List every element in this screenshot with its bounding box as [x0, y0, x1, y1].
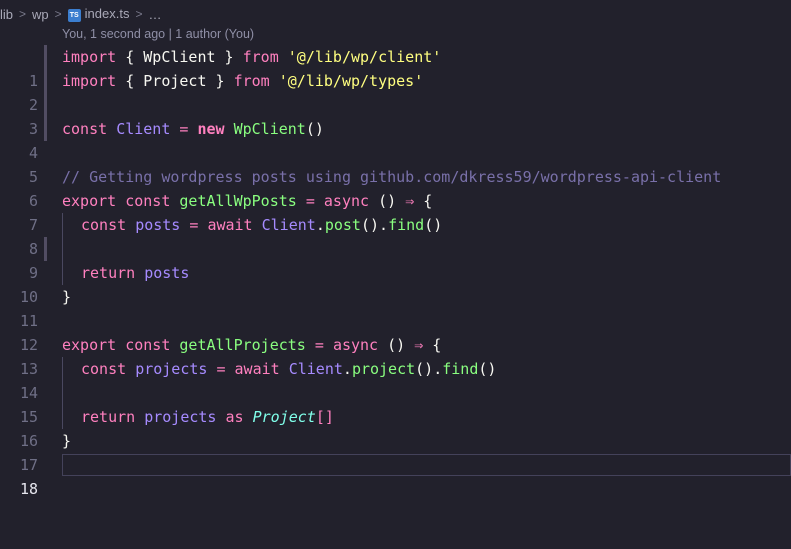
code-line[interactable]: 11 } [0, 285, 791, 330]
breadcrumb-file[interactable]: TS index.ts [67, 6, 130, 22]
git-change-marker[interactable] [44, 237, 47, 261]
git-change-marker[interactable] [44, 69, 47, 93]
typescript-file-icon: TS [67, 8, 81, 22]
indent-guide [62, 405, 63, 429]
chevron-right-icon: > [54, 7, 62, 21]
indent-guide [62, 237, 63, 261]
code-line[interactable]: 12 [0, 309, 791, 354]
git-change-marker[interactable] [44, 93, 47, 117]
code-text: export const getAllWpPosts = async () ⇒ … [62, 192, 433, 210]
code-line[interactable]: 16 return projects as Project[] [0, 405, 791, 450]
code-text: return posts [81, 264, 190, 282]
code-text: import { WpClient } from '@/lib/wp/clien… [62, 48, 442, 66]
code-line[interactable]: 2 import { Project } from '@/lib/wp/type… [0, 69, 791, 114]
code-text: } [62, 432, 72, 450]
code-line[interactable]: 14 const projects = await Client.project… [0, 357, 791, 402]
code-line[interactable]: 3 [0, 93, 791, 138]
git-change-marker[interactable] [44, 117, 47, 141]
indent-guide [62, 357, 63, 381]
code-text: const Client = new WpClient() [62, 120, 324, 138]
indent-guide [62, 213, 63, 237]
breadcrumb-wp[interactable]: wp [32, 7, 49, 22]
code-line[interactable]: 10 return posts [0, 261, 791, 306]
code-line[interactable]: 4 const Client = new WpClient() [0, 117, 791, 162]
line-number: 18 [19, 480, 38, 498]
code-line[interactable]: 1 import { WpClient } from '@/lib/wp/cli… [0, 45, 791, 90]
code-text: const projects = await Client.project().… [81, 360, 497, 378]
breadcrumb: lib > wp > TS index.ts > … [0, 0, 791, 28]
codelens-blame[interactable]: You, 1 second ago | 1 author (You) [62, 27, 254, 45]
code-line[interactable]: 17 } [0, 429, 791, 474]
indent-guide [62, 381, 63, 405]
code-line[interactable]: 5 [0, 141, 791, 186]
code-line[interactable]: 15 [0, 381, 791, 426]
code-editor[interactable]: 1 import { WpClient } from '@/lib/wp/cli… [0, 45, 791, 498]
code-text: const posts = await Client.post().find() [81, 216, 443, 234]
code-line[interactable]: 9 [0, 237, 791, 282]
breadcrumb-lib[interactable]: lib [0, 7, 13, 22]
breadcrumb-file-label: index.ts [84, 6, 130, 22]
breadcrumb-symbol[interactable]: … [149, 7, 162, 22]
chevron-right-icon: > [19, 7, 27, 21]
code-line[interactable]: 8 const posts = await Client.post().find… [0, 213, 791, 258]
code-text: export const getAllProjects = async () ⇒… [62, 336, 442, 354]
indent-guide [62, 261, 63, 285]
code-line[interactable]: 6 // Getting wordpress posts using githu… [0, 165, 791, 210]
code-line[interactable]: 7 export const getAllWpPosts = async () … [0, 189, 791, 234]
code-line-active[interactable]: 18 [0, 453, 791, 498]
current-line-highlight[interactable] [62, 454, 791, 476]
code-text: } [62, 288, 72, 306]
code-line[interactable]: 13 export const getAllProjects = async (… [0, 333, 791, 378]
chevron-right-icon: > [135, 7, 143, 21]
code-text: import { Project } from '@/lib/wp/types' [62, 72, 424, 90]
code-text: return projects as Project[] [81, 408, 334, 426]
code-comment: // Getting wordpress posts using github.… [62, 168, 722, 186]
git-change-marker[interactable] [44, 45, 47, 69]
